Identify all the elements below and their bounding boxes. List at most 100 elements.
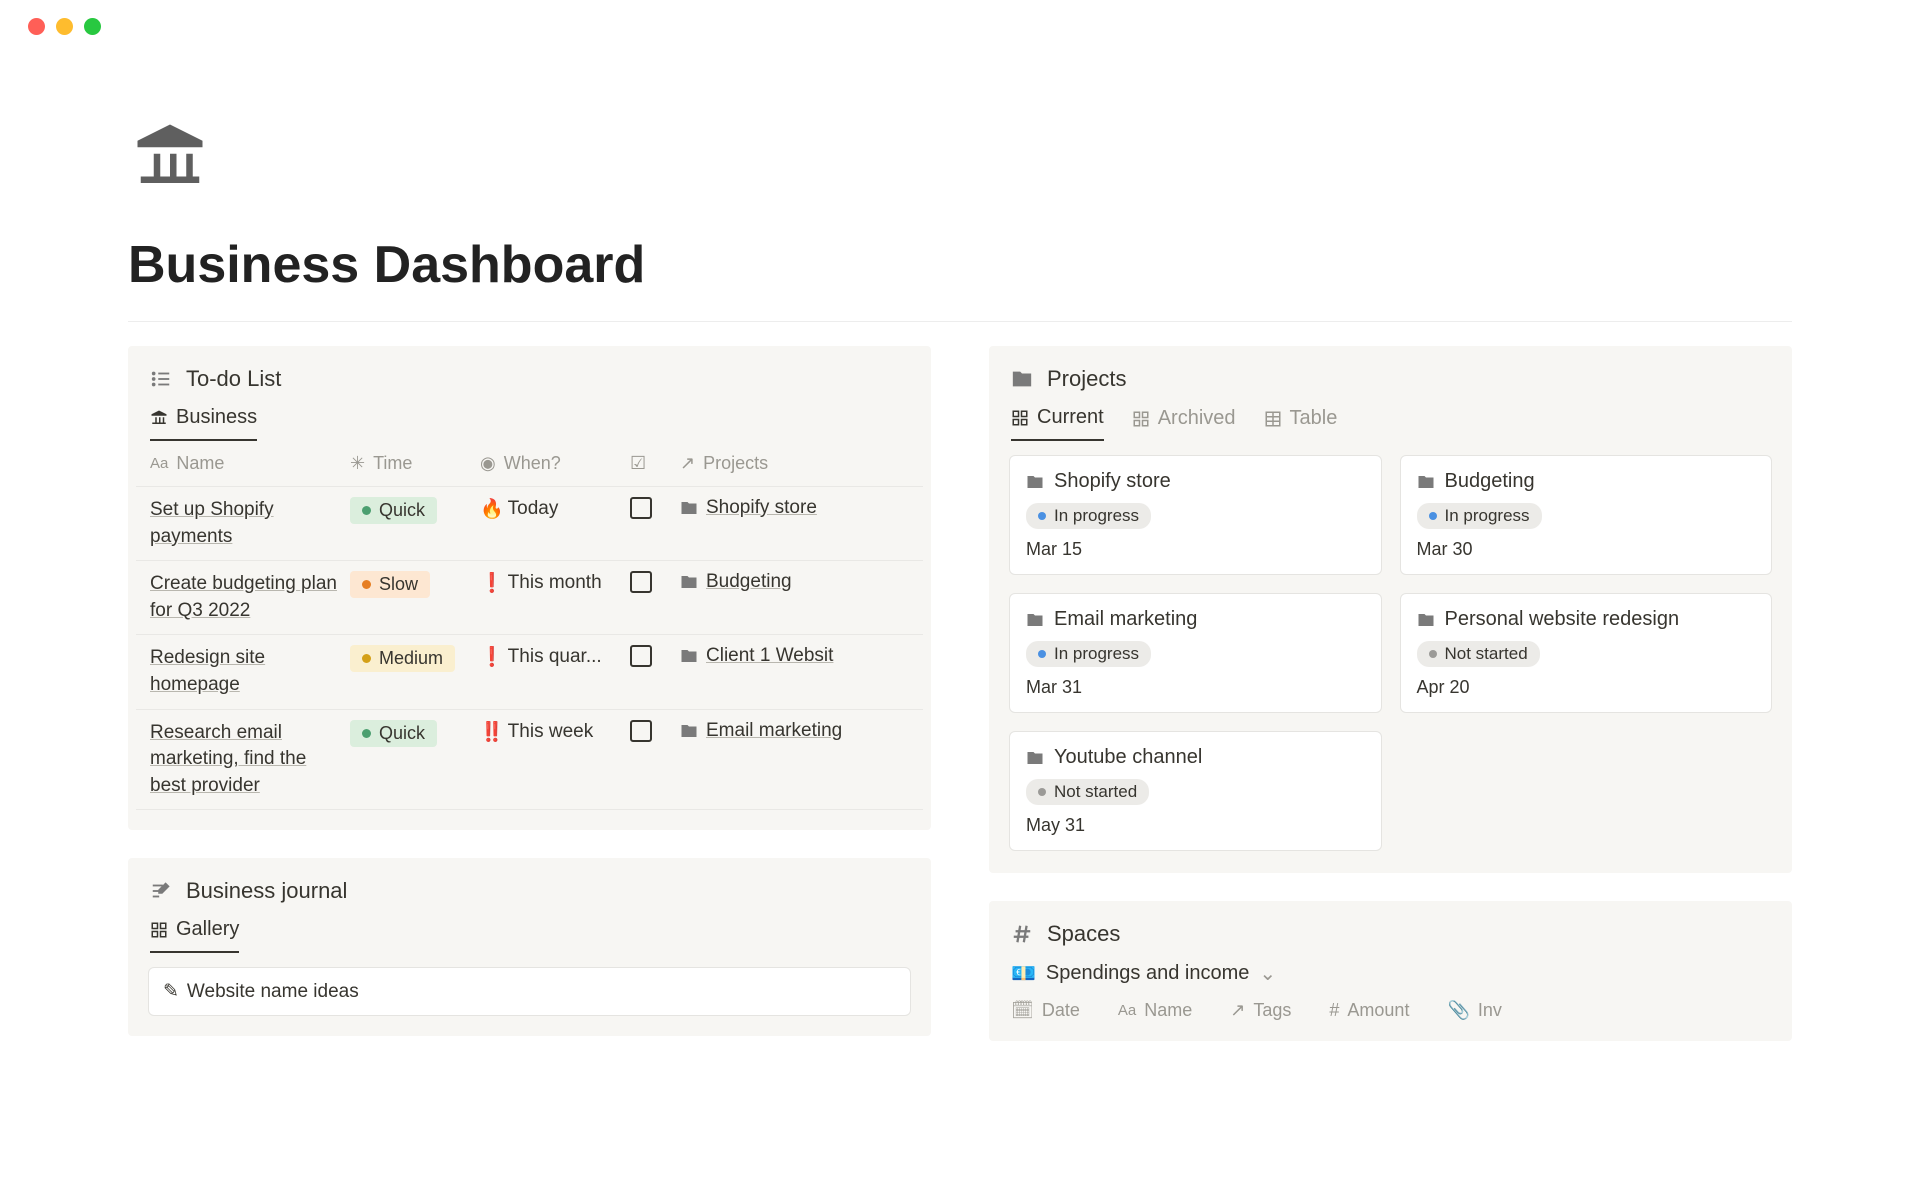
arrow-icon: ↗ [1230,1000,1245,1021]
page-bank-icon [128,115,212,199]
table-row[interactable]: Set up Shopify payments Quick 🔥Today Sho… [136,487,923,561]
checkbox[interactable] [630,571,652,593]
project-link[interactable]: Budgeting [680,571,870,593]
project-card[interactable]: Budgeting In progress Mar 30 [1400,455,1773,575]
close-icon[interactable] [28,18,45,35]
col-spname: Name [1144,1000,1192,1021]
checkbox[interactable] [630,645,652,667]
minimize-icon[interactable] [56,18,73,35]
task-name[interactable]: Redesign site homepage [150,645,350,698]
gallery-icon [150,921,168,939]
time-pill: Quick [350,497,437,524]
when-icon: ❗ [480,645,504,669]
project-card[interactable]: Youtube channel Not started May 31 [1009,731,1382,851]
col-tags: Tags [1253,1000,1291,1021]
project-link[interactable]: Email marketing [680,720,870,742]
folder-icon [1011,368,1033,390]
card-title-label: Budgeting [1445,470,1535,493]
money-icon: 💶 [1011,961,1036,986]
when-icon: 🔥 [480,497,504,521]
list-icon [150,368,172,390]
maximize-icon[interactable] [84,18,101,35]
gallery-item-label: Website name ideas [187,981,359,1003]
when-cell: ❗This quar... [480,645,630,669]
project-card[interactable]: Shopify store In progress Mar 15 [1009,455,1382,575]
card-date: Apr 20 [1417,677,1756,698]
tab-business[interactable]: Business [150,406,257,441]
todo-panel: To-do List Business AaName ✳Time ◉When? [128,346,931,830]
tab-current-label: Current [1037,406,1104,429]
folder-icon [1026,611,1044,629]
tab-gallery-label: Gallery [176,918,239,941]
calendar-icon: 🗓 [1011,1000,1034,1021]
table-row[interactable]: Research email marketing, find the best … [136,710,923,811]
gallery-item[interactable]: ✎ Website name ideas [148,967,911,1016]
page-title: Business Dashboard [128,235,1792,322]
board-icon [1011,409,1029,427]
col-time: Time [373,453,412,474]
checkbox[interactable] [630,720,652,742]
journal-panel: Business journal Gallery ✎ Website name … [128,858,931,1036]
task-name[interactable]: Create budgeting plan for Q3 2022 [150,571,350,624]
status-pill: Not started [1417,641,1540,667]
col-amount: Amount [1347,1000,1409,1021]
col-projects: Projects [703,453,768,474]
col-name: Name [176,453,224,474]
card-date: Mar 31 [1026,677,1365,698]
aa-icon: Aa [150,455,168,472]
tab-table-label: Table [1290,407,1338,430]
sun-icon: ✳ [350,453,365,474]
tab-archived[interactable]: Archived [1132,406,1236,441]
col-date: Date [1042,1000,1080,1021]
bank-icon [150,409,168,427]
project-link[interactable]: Client 1 Websit [680,645,870,667]
spaces-select[interactable]: 💶 Spendings and income ⌄ [989,947,1792,986]
tab-gallery[interactable]: Gallery [150,918,239,953]
pencil-icon: ✎ [163,980,179,1003]
time-pill: Slow [350,571,430,598]
status-pill: In progress [1026,503,1151,529]
window-controls [0,0,1920,35]
folder-icon [1026,473,1044,491]
when-cell: ❗This month [480,571,630,595]
card-title-label: Shopify store [1054,470,1171,493]
tab-current[interactable]: Current [1011,406,1104,441]
when-cell: ‼️This week [480,720,630,744]
arrow-icon: ↗ [680,453,695,474]
tab-table[interactable]: Table [1264,406,1338,441]
pencil-list-icon [150,880,172,902]
clock-icon: ◉ [480,453,496,474]
time-pill: Medium [350,645,455,672]
status-pill: In progress [1417,503,1542,529]
table-row[interactable]: Create budgeting plan for Q3 2022 Slow ❗… [136,561,923,635]
folder-icon [1417,611,1435,629]
aa-icon: Aa [1118,1002,1136,1019]
chevron-down-icon: ⌄ [1259,961,1276,986]
project-card[interactable]: Email marketing In progress Mar 31 [1009,593,1382,713]
folder-icon [680,722,698,740]
card-title-label: Youtube channel [1054,746,1202,769]
card-title-label: Personal website redesign [1445,608,1680,631]
hash-icon [1011,923,1033,945]
tab-business-label: Business [176,406,257,429]
status-pill: Not started [1026,779,1149,805]
folder-icon [680,647,698,665]
spaces-select-label: Spendings and income [1046,962,1249,985]
table-row[interactable]: Redesign site homepage Medium ❗This quar… [136,635,923,709]
card-date: May 31 [1026,815,1365,836]
col-inv: Inv [1478,1000,1502,1021]
project-link[interactable]: Shopify store [680,497,870,519]
card-date: Mar 30 [1417,539,1756,560]
folder-icon [680,573,698,591]
clip-icon: 📎 [1447,1000,1469,1021]
project-card[interactable]: Personal website redesign Not started Ap… [1400,593,1773,713]
projects-panel: Projects Current Archived [989,346,1792,873]
task-name[interactable]: Research email marketing, find the best … [150,720,350,800]
projects-title: Projects [1047,366,1126,392]
journal-title: Business journal [186,878,347,904]
task-name[interactable]: Set up Shopify payments [150,497,350,550]
time-pill: Quick [350,720,437,747]
spaces-panel: Spaces 💶 Spendings and income ⌄ 🗓Date Aa… [989,901,1792,1041]
board-icon [1132,410,1150,428]
checkbox[interactable] [630,497,652,519]
